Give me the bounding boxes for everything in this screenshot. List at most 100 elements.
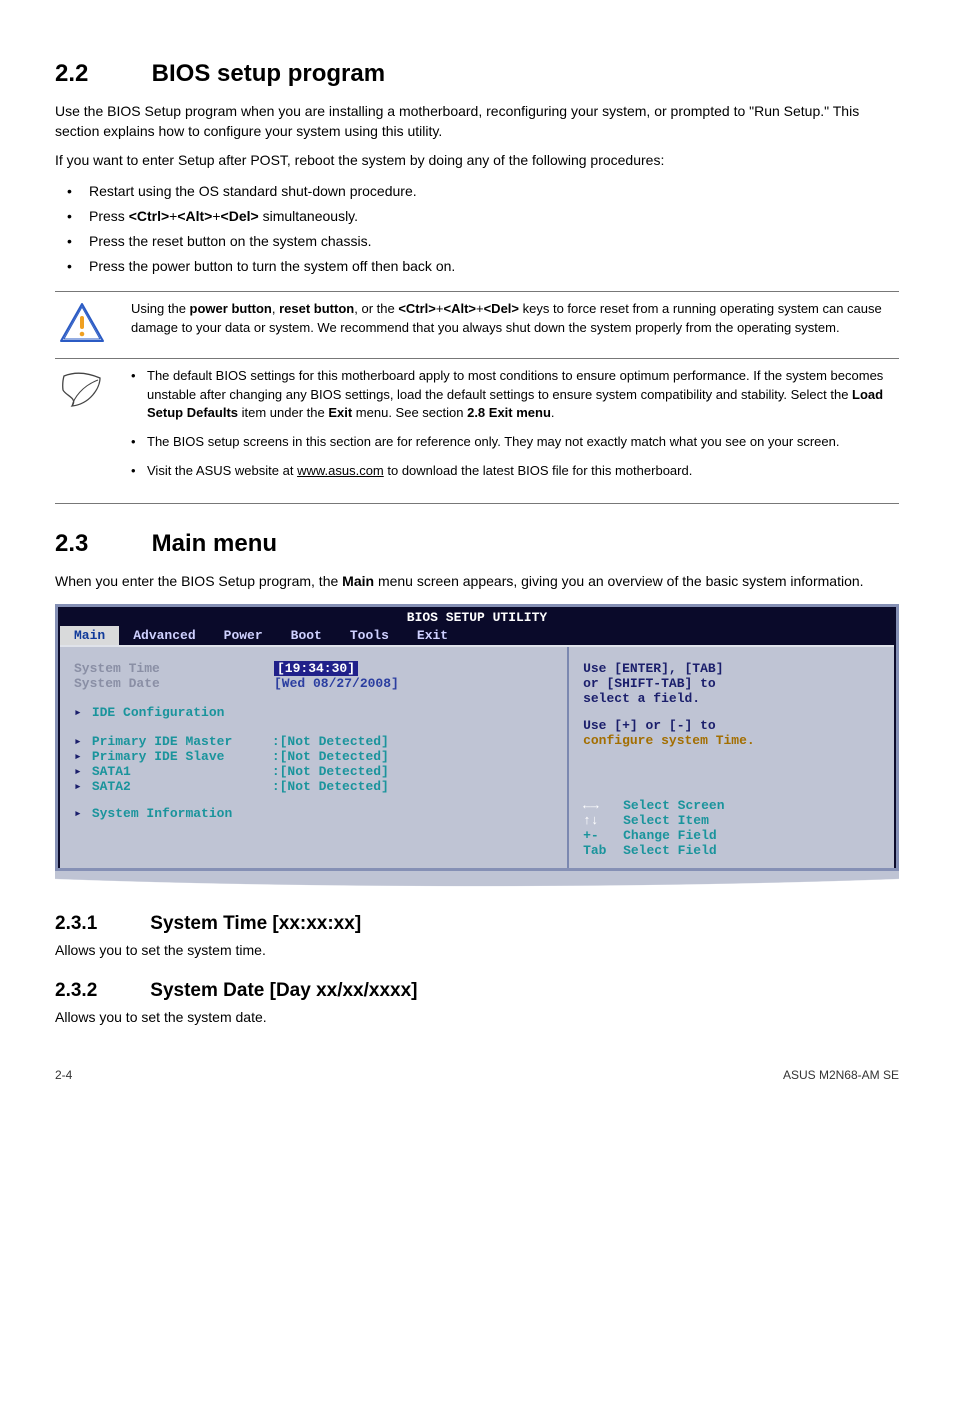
key-hint: TabSelect Field	[583, 843, 880, 858]
product-name: ASUS M2N68-AM SE	[783, 1068, 899, 1082]
arrow-icon: ▸	[74, 764, 82, 779]
list-item: Press the reset button on the system cha…	[55, 231, 899, 252]
text: , or the	[354, 301, 398, 316]
bios-left-panel: System Time [19:34:30] System Date [Wed …	[60, 647, 569, 868]
heading-text: Main menu	[152, 530, 277, 557]
heading-2-3-1: 2.3.1 System Time [xx:xx:xx]	[55, 913, 899, 935]
heading-text: System Time [xx:xx:xx]	[150, 913, 361, 934]
key: ↑↓	[583, 813, 623, 828]
text: to download the latest BIOS file for thi…	[384, 463, 693, 478]
text: reset button	[279, 301, 354, 316]
value: :[Not Detected]	[272, 749, 389, 764]
bios-row-sata1[interactable]: ▸ SATA1 :[Not Detected]	[74, 764, 549, 779]
help-text: Use [ENTER], [TAB]	[583, 661, 880, 676]
text: 2.8 Exit menu	[467, 405, 551, 420]
text: menu. See section	[352, 405, 467, 420]
curve-decoration	[55, 869, 899, 891]
bios-row-primary-master[interactable]: ▸ Primary IDE Master :[Not Detected]	[74, 734, 549, 749]
label: SATA2	[92, 779, 272, 794]
bios-screenshot: BIOS SETUP UTILITY Main Advanced Power B…	[55, 604, 899, 891]
list-item: Press <Ctrl>+<Alt>+<Del> simultaneously.	[55, 206, 899, 227]
text: item under the	[238, 405, 328, 420]
heading-text: System Date [Day xx/xx/xxxx]	[150, 980, 417, 1001]
note-icon	[55, 367, 109, 413]
para: Allows you to set the system time.	[55, 941, 899, 961]
secnum: 2.2	[55, 60, 145, 88]
page: 2.2 BIOS setup program Use the BIOS Setu…	[0, 0, 954, 1112]
text: power button	[190, 301, 272, 316]
rule	[55, 503, 899, 504]
tab-exit[interactable]: Exit	[403, 626, 462, 645]
heading-text: BIOS setup program	[152, 60, 385, 87]
para: Use the BIOS Setup program when you are …	[55, 102, 899, 141]
warning-note: Using the power button, reset button, or…	[55, 300, 899, 346]
text: When you enter the BIOS Setup program, t…	[55, 573, 342, 589]
text: Using the	[131, 301, 190, 316]
value: :[Not Detected]	[272, 779, 389, 794]
secnum: 2.3.1	[55, 913, 145, 935]
bios-row-sata2[interactable]: ▸ SATA2 :[Not Detected]	[74, 779, 549, 794]
tab-tools[interactable]: Tools	[336, 626, 403, 645]
bios-right-panel: Use [ENTER], [TAB] or [SHIFT-TAB] to sel…	[569, 647, 894, 868]
value: [Wed 08/27/2008]	[274, 676, 399, 691]
help-text: or [SHIFT-TAB] to	[583, 676, 880, 691]
label: Primary IDE Slave	[92, 749, 272, 764]
tab-power[interactable]: Power	[210, 626, 277, 645]
text: Visit the ASUS website at	[147, 463, 297, 478]
label: IDE Configuration	[92, 705, 225, 720]
text: <Alt>	[443, 301, 476, 316]
key-hint: +-Change Field	[583, 828, 880, 843]
bios-tabs: Main Advanced Power Boot Tools Exit	[60, 626, 894, 645]
page-number: 2-4	[55, 1068, 72, 1082]
text: The default BIOS settings for this mothe…	[147, 368, 883, 402]
arrow-icon: ▸	[74, 779, 82, 794]
text: .	[551, 405, 555, 420]
label: Change Field	[623, 828, 717, 843]
value: :[Not Detected]	[272, 764, 389, 779]
para: Allows you to set the system date.	[55, 1008, 899, 1028]
arrow-icon: ▸	[74, 749, 82, 764]
list-item: The BIOS setup screens in this section a…	[131, 433, 899, 452]
text: menu screen appears, giving you an overv…	[374, 573, 863, 589]
key: Tab	[583, 843, 623, 858]
footer: 2-4 ASUS M2N68-AM SE	[55, 1068, 899, 1082]
tab-main[interactable]: Main	[60, 626, 119, 645]
link: www.asus.com	[297, 463, 384, 478]
label: System Information	[92, 806, 232, 821]
text: <Del>	[484, 301, 519, 316]
secnum: 2.3	[55, 530, 145, 558]
arrow-icon: ▸	[74, 806, 82, 821]
value: :[Not Detected]	[272, 734, 389, 749]
label: Select Item	[623, 813, 709, 828]
bios-row-system-date[interactable]: System Date [Wed 08/27/2008]	[74, 676, 549, 691]
key-hint: ↑↓Select Item	[583, 813, 880, 828]
bios-row-primary-slave[interactable]: ▸ Primary IDE Slave :[Not Detected]	[74, 749, 549, 764]
key: <Alt>	[177, 208, 212, 224]
label: Primary IDE Master	[92, 734, 272, 749]
warning-icon	[55, 300, 109, 346]
list-item: Visit the ASUS website at www.asus.com t…	[131, 462, 899, 481]
help-text: select a field.	[583, 691, 880, 706]
heading-2-3-2: 2.3.2 System Date [Day xx/xx/xxxx]	[55, 980, 899, 1002]
value: [19:34:30]	[274, 661, 358, 676]
bios-title: BIOS SETUP UTILITY	[60, 609, 894, 626]
text: <Ctrl>	[398, 301, 436, 316]
arrow-icon: ▸	[74, 734, 82, 749]
text: +	[476, 301, 484, 316]
bios-row-ide-config[interactable]: ▸ IDE Configuration	[74, 705, 549, 720]
text: Main	[342, 573, 374, 589]
key: <Del>	[221, 208, 259, 224]
text: simultaneously.	[259, 208, 358, 224]
help-text: configure system Time.	[583, 733, 880, 748]
secnum: 2.3.2	[55, 980, 145, 1002]
list-item: The default BIOS settings for this mothe…	[131, 367, 899, 424]
key: ←→	[583, 798, 623, 813]
tab-advanced[interactable]: Advanced	[119, 626, 209, 645]
procedure-list: Restart using the OS standard shut-down …	[55, 181, 899, 277]
heading-2-3: 2.3 Main menu	[55, 530, 899, 558]
label: Select Field	[623, 843, 717, 858]
label: Select Screen	[623, 798, 724, 813]
bios-row-system-time[interactable]: System Time [19:34:30]	[74, 661, 549, 676]
bios-row-system-info[interactable]: ▸ System Information	[74, 806, 549, 821]
tab-boot[interactable]: Boot	[277, 626, 336, 645]
